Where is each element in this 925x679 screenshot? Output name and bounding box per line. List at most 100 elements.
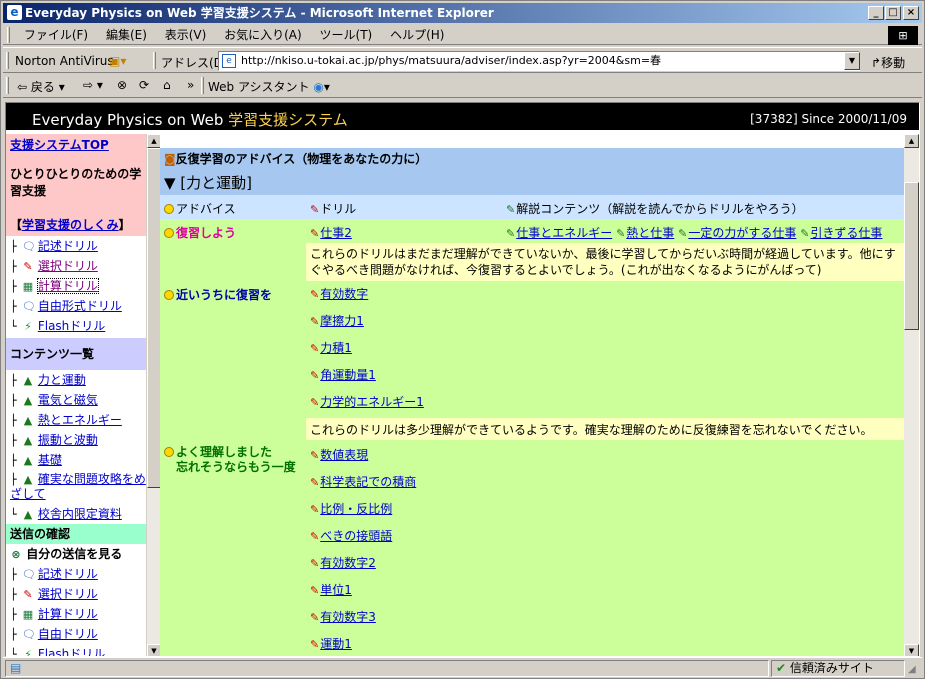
sidebar-item-label[interactable]: 校舎内限定資料 <box>38 507 122 521</box>
scroll-thumb[interactable] <box>147 148 161 488</box>
content-link[interactable]: 一定の力がする仕事 <box>688 226 796 240</box>
scroll-thumb[interactable] <box>904 182 919 330</box>
sidebar-item-label[interactable]: 自分の送信を見る <box>26 547 122 561</box>
sidebar-item-label[interactable]: 自由ドリル <box>38 627 98 641</box>
tree-line-icon: └ <box>10 320 17 333</box>
tree-line-icon: ├ <box>10 394 17 407</box>
drill-link[interactable]: 有効数字 <box>320 287 368 301</box>
sidebar-item-send-choice[interactable]: ├ ✎ 選択ドリル <box>6 584 146 604</box>
web-assistant-button[interactable]: Web アシスタント ◉▾ <box>208 78 330 95</box>
sidebar-item-label[interactable]: 電気と磁気 <box>38 393 98 407</box>
pencil-icon: ✎ <box>310 638 320 651</box>
back-button[interactable]: ⇦ 戻る ▾ <box>17 78 65 95</box>
address-input[interactable]: e http://nkiso.u-tokai.ac.jp/phys/matsuu… <box>218 51 860 71</box>
scroll-down-button[interactable]: ▼ <box>147 644 161 656</box>
sidebar-item-label[interactable]: 選択ドリル <box>38 587 98 601</box>
menu-bar: ファイル(F) 編集(E) 表示(V) お気に入り(A) ツール(T) ヘルプ(… <box>3 25 922 45</box>
menu-view[interactable]: 表示(V) <box>158 25 214 45</box>
header-content: 解説コンテンツ（解説を読んでからドリルをやろう） <box>516 202 804 216</box>
banner-title: Everyday Physics on Web 学習支援システム <box>32 109 348 130</box>
drill-link[interactable]: 有効数字2 <box>320 556 376 570</box>
forward-button[interactable]: ⇨ ▾ <box>83 78 103 92</box>
go-button[interactable]: ↱移動 <box>871 54 905 71</box>
drill-link[interactable]: 科学表記での積商 <box>320 475 416 489</box>
sidebar-scrollbar[interactable]: ▲ ▼ <box>146 134 161 656</box>
sidebar-item-flash-drill[interactable]: └ ⚡ Flashドリル <box>6 316 146 336</box>
sidebar-item-label[interactable]: 力と運動 <box>38 373 86 387</box>
scroll-up-button[interactable]: ▲ <box>147 134 161 148</box>
content-link[interactable]: 仕事とエネルギー <box>516 226 612 240</box>
sidebar-item-send-descriptive[interactable]: ├ 🗨 記述ドリル <box>6 564 146 584</box>
maximize-button[interactable]: □ <box>885 6 901 20</box>
topic-title: ▼ [力と運動] <box>164 174 253 192</box>
calculator-icon: ▦ <box>22 280 34 293</box>
address-url[interactable]: http://nkiso.u-tokai.ac.jp/phys/matsuura… <box>241 54 661 67</box>
sidebar-item-send-flash[interactable]: └ ⚡ Flashドリル <box>6 644 146 656</box>
minimize-button[interactable]: _ <box>868 6 884 20</box>
menu-tools[interactable]: ツール(T) <box>313 25 380 45</box>
norton-icon[interactable]: ▣▾ <box>109 54 126 68</box>
resize-grip-icon[interactable]: ◢ <box>908 664 916 675</box>
close-button[interactable]: × <box>903 6 919 20</box>
sidebar-item-send-free[interactable]: ├ 🗨 自由ドリル <box>6 624 146 644</box>
page-icon: e <box>222 54 236 68</box>
sidebar-item-label[interactable]: 自由形式ドリル <box>38 299 122 313</box>
sidebar-item-label[interactable]: Flashドリル <box>38 647 105 656</box>
home-button[interactable]: ⌂ <box>163 78 171 92</box>
drill-link[interactable]: 運動1 <box>320 637 352 651</box>
banner-title-ja2: システム <box>288 111 348 129</box>
content-link[interactable]: 引きずる仕事 <box>810 226 882 240</box>
page-status-icon: ▤ <box>10 661 22 675</box>
menu-favorites[interactable]: お気に入り(A) <box>217 25 309 45</box>
sidebar-item-electromagnetism[interactable]: ├ ▲ 電気と磁気 <box>6 390 146 410</box>
drill-item: ✎科学表記での積商 <box>310 469 900 496</box>
drill-link[interactable]: 単位1 <box>320 583 352 597</box>
drill-link[interactable]: 摩擦力1 <box>320 314 364 328</box>
sidebar-item-label[interactable]: 振動と波動 <box>38 433 98 447</box>
scroll-up-button[interactable]: ▲ <box>904 134 919 148</box>
sidebar-item-problem-strategy[interactable]: ├ ▲ 確実な問題攻略をめざして <box>6 470 146 504</box>
triangle-icon: ▲ <box>23 434 33 447</box>
sidebar-item-descriptive-drill[interactable]: ├ 🗨 記述ドリル <box>6 236 146 256</box>
drill-link[interactable]: 比例・反比例 <box>320 502 392 516</box>
content-link[interactable]: 熱と仕事 <box>626 226 674 240</box>
sidebar-item-free-drill[interactable]: ├ 🗨 自由形式ドリル <box>6 296 146 316</box>
sidebar-item-label[interactable]: 選択ドリル <box>38 259 98 273</box>
scroll-down-button[interactable]: ▼ <box>904 644 919 656</box>
drill-link[interactable]: 数値表現 <box>320 448 368 462</box>
main-scrollbar[interactable]: ▲ ▼ <box>904 134 919 656</box>
drill-link[interactable]: 仕事2 <box>320 226 352 240</box>
drill-link[interactable]: 力積1 <box>320 341 352 355</box>
sidebar-item-heat-energy[interactable]: ├ ▲ 熱とエネルギー <box>6 410 146 430</box>
sidebar-item-campus-only[interactable]: └ ▲ 校舎内限定資料 <box>6 504 146 524</box>
sidebar-item-label[interactable]: 計算ドリル <box>36 278 99 294</box>
drill-item: ✎運動1 <box>310 631 900 656</box>
sidebar-item-label[interactable]: 記述ドリル <box>38 239 98 253</box>
refresh-button[interactable]: ⟳ <box>139 78 149 92</box>
sidebar-item-force-motion[interactable]: ├ ▲ 力と運動 <box>6 370 146 390</box>
sidebar-item-label[interactable]: 熱とエネルギー <box>38 413 122 427</box>
sidebar-item-send-calc[interactable]: ├ ▦ 計算ドリル <box>6 604 146 624</box>
sidebar-item-label[interactable]: 記述ドリル <box>38 567 98 581</box>
menu-edit[interactable]: 編集(E) <box>99 25 154 45</box>
menu-file[interactable]: ファイル(F) <box>17 25 95 45</box>
sidebar-item-my-submissions[interactable]: ⊗ 自分の送信を見る <box>6 544 146 564</box>
stop-button[interactable]: ⊗ <box>117 78 127 92</box>
address-dropdown-button[interactable]: ▼ <box>844 52 860 70</box>
sidebar-item-label[interactable]: 計算ドリル <box>38 607 98 621</box>
support-top-link[interactable]: 支援システムTOP <box>10 138 109 152</box>
drill-link[interactable]: 力学的エネルギー1 <box>320 395 424 409</box>
more-chevron-icon[interactable]: » <box>187 78 194 92</box>
sidebar-item-label[interactable]: Flashドリル <box>38 319 105 333</box>
sidebar-item-basics[interactable]: ├ ▲ 基礎 <box>6 450 146 470</box>
sidebar-item-oscillation-waves[interactable]: ├ ▲ 振動と波動 <box>6 430 146 450</box>
drill-link[interactable]: べきの接頭語 <box>320 529 392 543</box>
sidebar-item-calc-drill[interactable]: ├ ▦ 計算ドリル <box>6 276 146 296</box>
drill-link[interactable]: 有効数字3 <box>320 610 376 624</box>
norton-antivirus-button[interactable]: Norton AntiVirus <box>15 54 114 68</box>
mechanism-link[interactable]: 学習支援のしくみ <box>22 218 118 232</box>
sidebar-item-label[interactable]: 基礎 <box>38 453 62 467</box>
menu-help[interactable]: ヘルプ(H) <box>383 25 451 45</box>
drill-link[interactable]: 角運動量1 <box>320 368 376 382</box>
sidebar-item-choice-drill[interactable]: ├ ✎ 選択ドリル <box>6 256 146 276</box>
